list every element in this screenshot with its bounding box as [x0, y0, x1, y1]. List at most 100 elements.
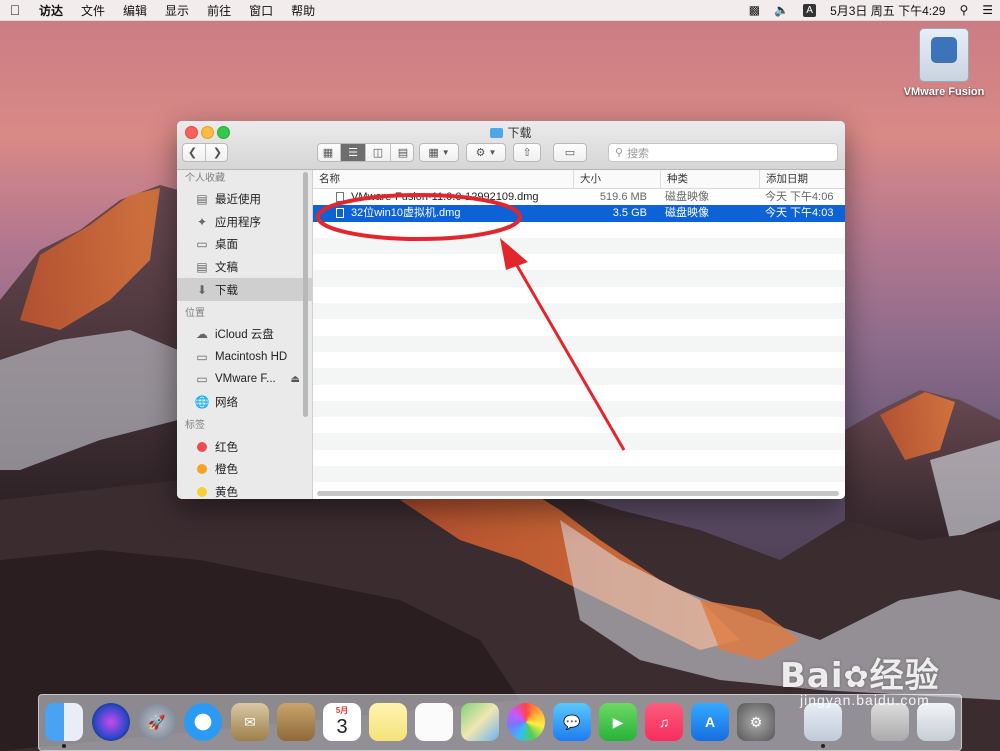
sidebar-item-applications[interactable]: ✦ 应用程序 [177, 211, 312, 234]
status-area: ▩ 🔈 A 5月3日 周五 下午4:29 ⚲ ☰ [742, 0, 1000, 20]
tags-button[interactable]: ▭ [553, 143, 587, 162]
sidebar-item-icloud[interactable]: ☁ iCloud 云盘 [177, 323, 312, 346]
back-button[interactable]: ❮ [181, 144, 206, 161]
siri-icon[interactable] [92, 703, 130, 741]
sidebar-item-label: 桌面 [215, 239, 238, 252]
maps-icon[interactable] [461, 703, 499, 741]
sidebar-item-macintosh-hd[interactable]: ▭ Macintosh HD [177, 346, 312, 369]
column-view-button[interactable]: ◫ [366, 144, 391, 161]
icon-view-button[interactable]: ▦ [316, 144, 341, 161]
contacts-icon[interactable] [277, 703, 315, 741]
file-list: 名称 大小 种类 添加日期 VMware-Fusion-11.0.0-12992… [313, 170, 845, 499]
finder-icon[interactable] [45, 703, 83, 741]
reminders-icon[interactable] [415, 703, 453, 741]
window-title-text: 下载 [507, 126, 532, 140]
column-header-name[interactable]: 名称 [313, 170, 573, 188]
sidebar-item-vmware-volume[interactable]: ▭ VMware F... ⏏ [177, 368, 312, 391]
desktop-item-vmware-fusion[interactable]: VMware Fusion [900, 28, 988, 98]
search-icon: ⚲ [615, 147, 624, 159]
menu-edit[interactable]: 编辑 [114, 2, 156, 19]
file-size: 3.5 GB [612, 207, 647, 220]
sidebar-section-favorites: 个人收藏 [185, 173, 225, 184]
menu-go[interactable]: 前往 [198, 2, 240, 19]
spotlight-search-icon[interactable]: ⚲ [959, 3, 968, 17]
empty-row [313, 335, 845, 352]
back-forward-control: ❮ ❯ [182, 143, 228, 162]
gallery-view-button[interactable]: ▤ [391, 144, 415, 161]
sidebar-item-recents[interactable]: ▤ 最近使用 [177, 188, 312, 211]
empty-row [313, 433, 845, 450]
document-icon [336, 208, 344, 219]
sidebar-item-label: 文稿 [215, 262, 238, 275]
sidebar-item-tag-red[interactable]: 红色 [177, 435, 312, 458]
apple-menu-icon[interactable]:  [0, 2, 30, 18]
chevron-down-icon: ▼ [488, 148, 497, 157]
disk-image-icon [919, 28, 969, 82]
notification-center-icon[interactable]: ☰ [982, 3, 993, 17]
safari-icon[interactable] [184, 703, 222, 741]
clock[interactable]: 5月3日 周五 下午4:29 [830, 2, 945, 19]
launchpad-icon[interactable]: 🚀 [138, 703, 176, 741]
share-button[interactable]: ⇧ [513, 143, 541, 162]
sidebar-item-tag-yellow[interactable]: 黄色 [177, 481, 312, 499]
empty-row [313, 270, 845, 287]
empty-row [313, 417, 845, 433]
app-store-icon[interactable]: A [691, 703, 729, 741]
search-placeholder: 搜索 [627, 147, 650, 160]
sidebar-item-network[interactable]: 🌐 网络 [177, 391, 312, 414]
column-header-kind[interactable]: 种类 [660, 170, 759, 188]
sidebar-item-label: iCloud 云盘 [215, 329, 274, 342]
menu-app-name[interactable]: 访达 [30, 2, 72, 19]
menu-window[interactable]: 窗口 [240, 2, 282, 19]
empty-row [313, 287, 845, 303]
photos-icon[interactable] [507, 703, 545, 741]
eject-icon[interactable]: ⏏ [291, 374, 300, 385]
desktop-item-label: VMware Fusion [903, 86, 985, 98]
search-field[interactable]: ⚲ 搜索 [608, 143, 838, 162]
sidebar-item-label: 黄色 [215, 486, 238, 499]
action-button[interactable]: ⚙ ▼ [466, 143, 506, 162]
volume-icon[interactable]: 🔈 [774, 3, 789, 17]
notes-icon[interactable] [369, 703, 407, 741]
mail-icon[interactable]: ✉ [231, 703, 269, 741]
column-header-date-added[interactable]: 添加日期 [759, 170, 845, 188]
input-method-icon[interactable]: A [803, 3, 817, 17]
menu-file[interactable]: 文件 [72, 2, 114, 19]
group-button[interactable]: ▦ ▼ [419, 143, 459, 162]
empty-row [313, 303, 845, 320]
sidebar-item-label: Macintosh HD [215, 350, 288, 363]
sidebar-scrollbar[interactable] [303, 172, 308, 417]
menu-help[interactable]: 帮助 [282, 2, 324, 19]
empty-row [313, 466, 845, 483]
sidebar-item-label: 应用程序 [215, 216, 261, 229]
file-row[interactable]: VMware-Fusion-11.0.0-12992109.dmg 519.6 … [313, 189, 845, 205]
empty-row [313, 352, 845, 368]
screen-mirroring-icon[interactable]: ▩ [749, 3, 760, 17]
menu-view[interactable]: 显示 [156, 2, 198, 19]
column-header-size[interactable]: 大小 [573, 170, 660, 188]
file-date: 今天 下午4:06 [765, 191, 834, 203]
calendar-day: 3 [336, 716, 348, 738]
list-view-button[interactable]: ☰ [341, 144, 366, 161]
itunes-icon[interactable]: ♫ [645, 703, 683, 741]
messages-icon[interactable]: 💬 [553, 703, 591, 741]
watermark-url: jingyan.baidu.com [800, 692, 930, 708]
file-size: 519.6 MB [599, 191, 647, 203]
file-row-selected[interactable]: 32位win10虚拟机.dmg 3.5 GB 磁盘映像 今天 下午4:03 [313, 205, 845, 222]
facetime-icon[interactable]: ▶ [599, 703, 637, 741]
sidebar-item-label: VMware F... [215, 373, 276, 386]
sidebar-item-downloads[interactable]: ⬇ 下载 [177, 278, 312, 301]
sidebar-item-tag-orange[interactable]: 橙色 [177, 458, 312, 481]
empty-row [313, 254, 845, 270]
sidebar-item-desktop[interactable]: ▭ 桌面 [177, 233, 312, 256]
empty-row [313, 368, 845, 385]
calendar-icon[interactable]: 5月 3 [323, 703, 361, 741]
forward-button[interactable]: ❯ [206, 144, 230, 161]
sidebar-item-documents[interactable]: ▤ 文稿 [177, 256, 312, 279]
sidebar-item-label: 红色 [215, 441, 238, 454]
menu-bar:  访达 文件 编辑 显示 前往 窗口 帮助 ▩ 🔈 A 5月3日 周五 下午4… [0, 0, 1000, 21]
documents-icon: ▤ [196, 260, 208, 275]
grid-icon: ▦ [428, 147, 439, 159]
horizontal-scrollbar[interactable] [317, 491, 839, 496]
applications-icon: ✦ [196, 214, 208, 229]
